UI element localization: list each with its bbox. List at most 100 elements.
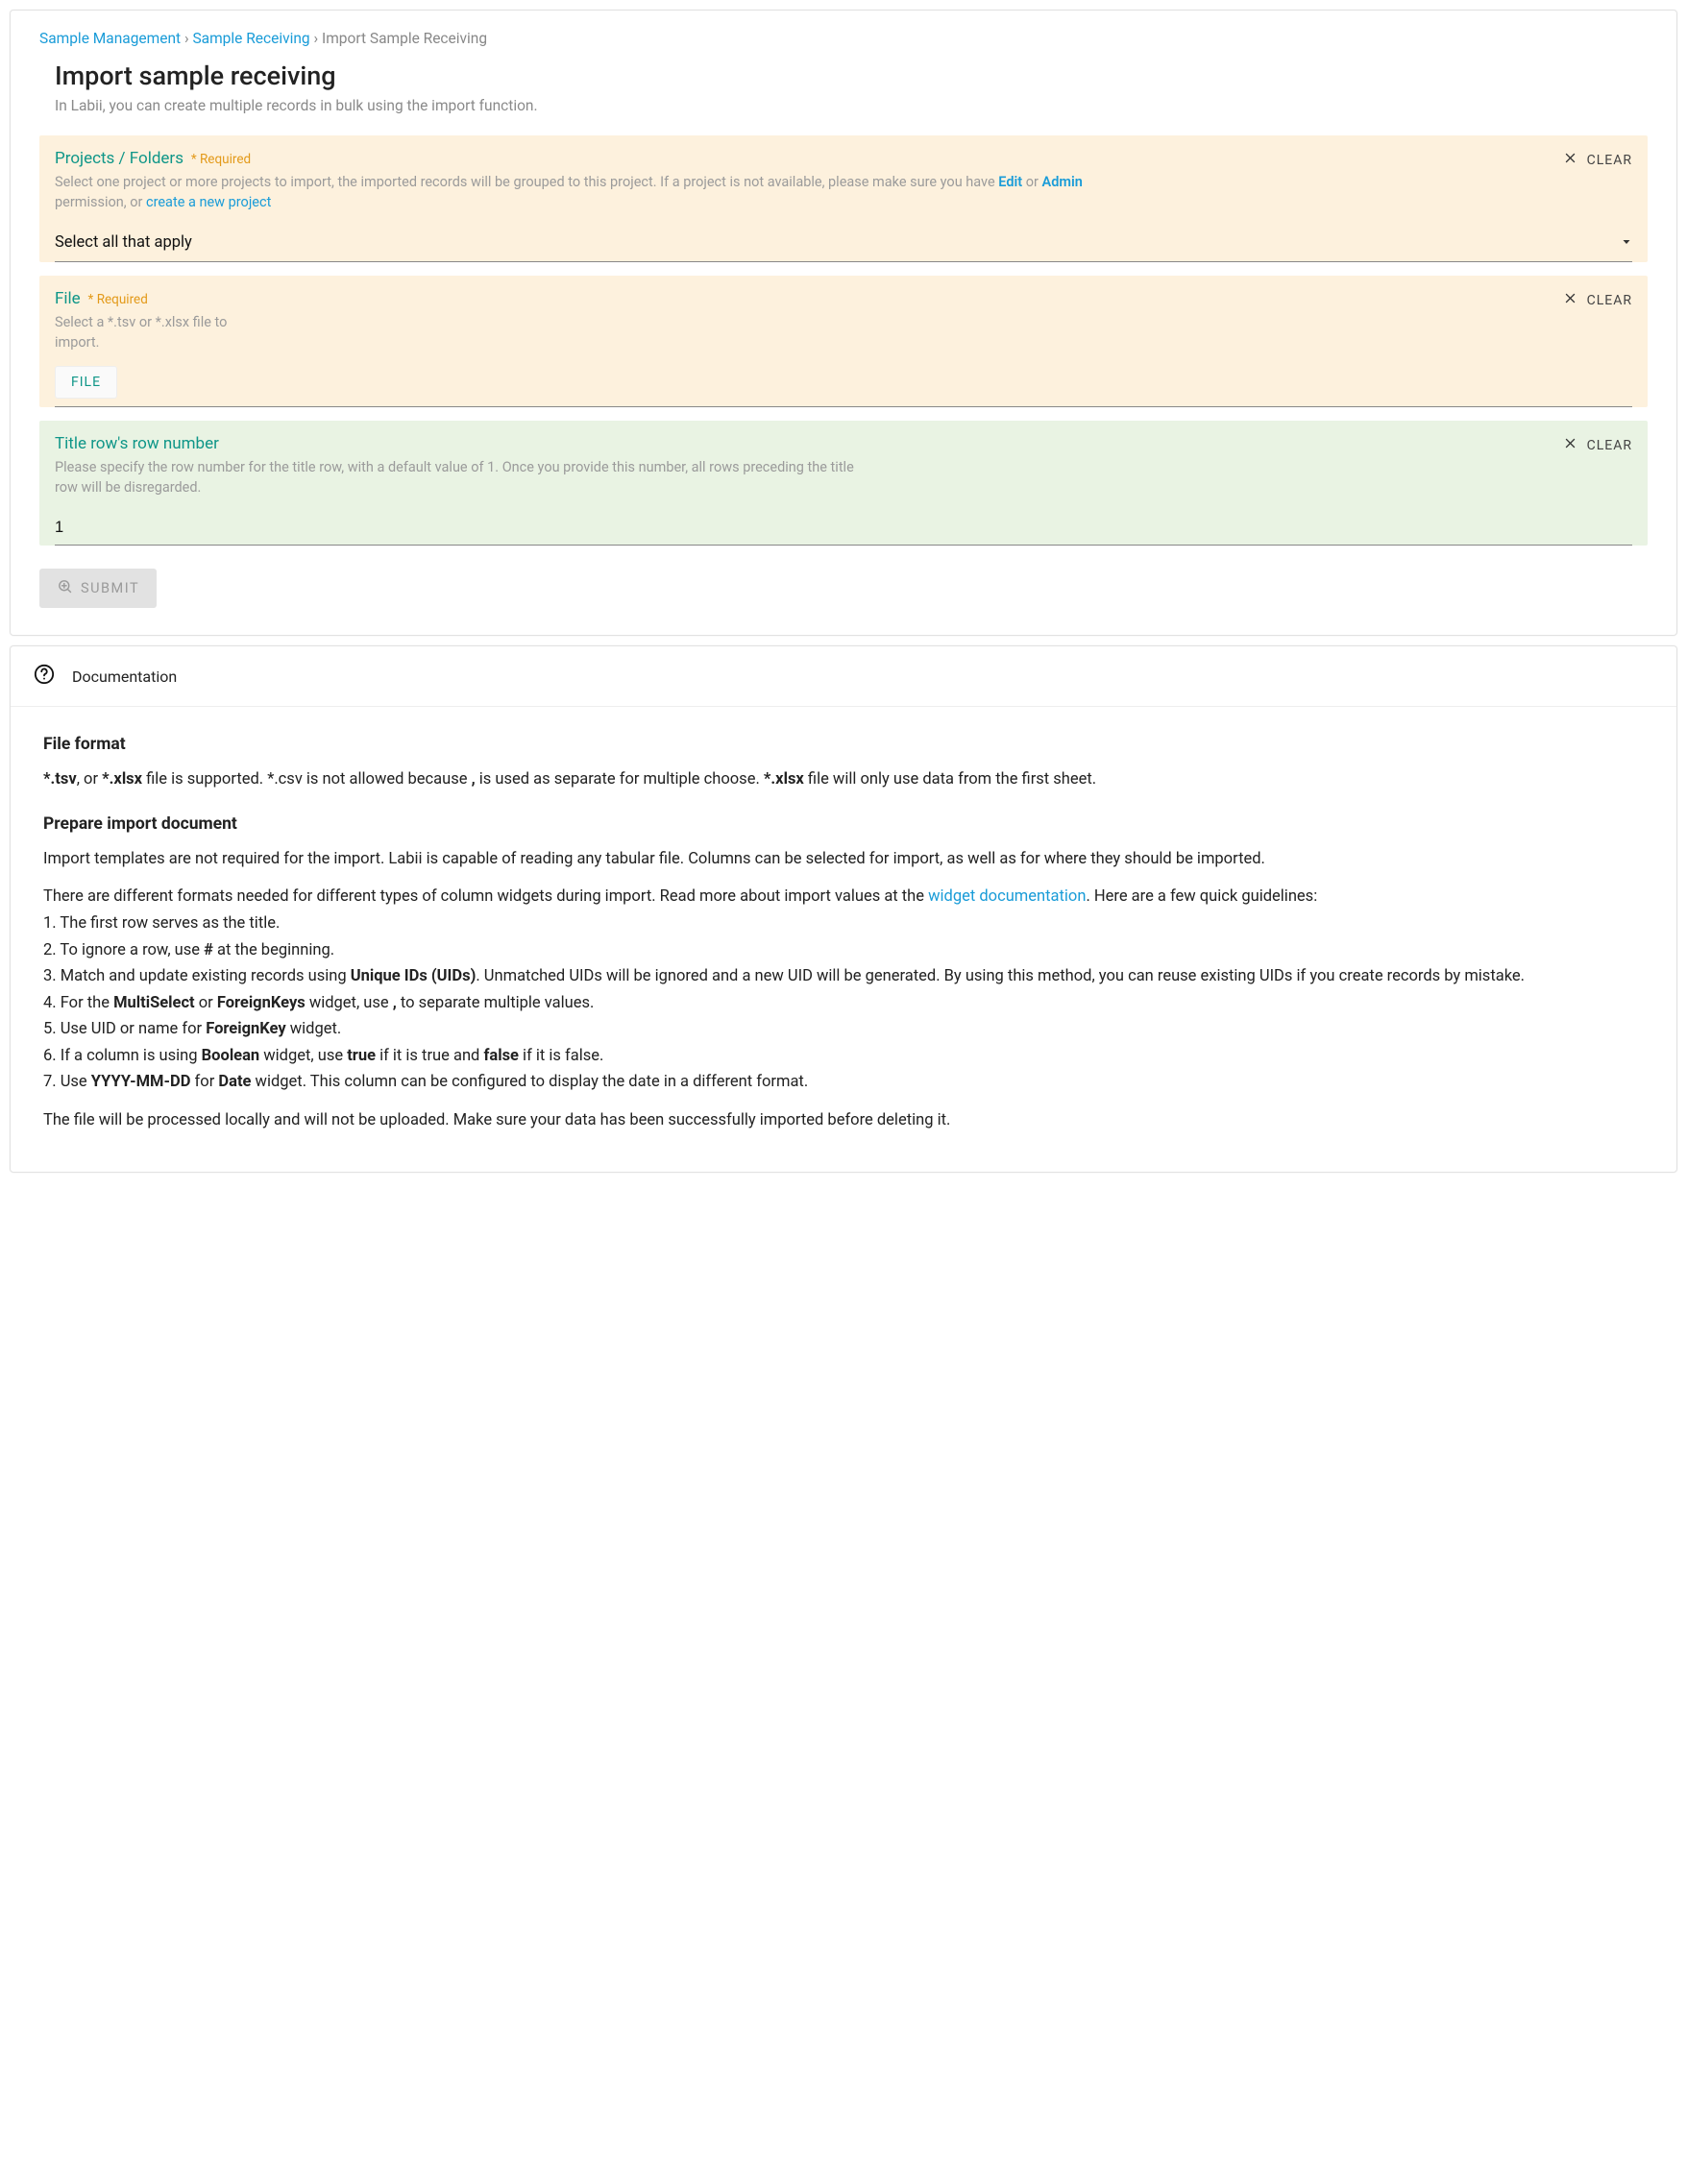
doc-guidelines-list: 1. The first row serves as the title. 2.… [43, 911, 1644, 1095]
documentation-card: Documentation File format *.tsv, or *.xl… [10, 645, 1677, 1172]
doc-list-item: 3. Match and update existing records usi… [43, 964, 1644, 989]
field-help-projects: Select one project or more projects to i… [55, 172, 1115, 212]
documentation-header: Documentation [11, 646, 1676, 707]
doc-text: file will only use data from the first s… [804, 770, 1096, 789]
close-icon [1563, 436, 1577, 454]
doc-heading-prepare: Prepare import document [43, 812, 1644, 837]
doc-text: There are different formats needed for d… [43, 887, 928, 906]
doc-text: to separate multiple values. [397, 994, 595, 1012]
doc-text: at the beginning. [213, 941, 334, 959]
help-text: permission [55, 194, 124, 210]
doc-bold: true [347, 1047, 376, 1065]
doc-bold: *.xlsx [764, 770, 804, 789]
doc-fileformat-paragraph: *.tsv, or *.xlsx file is supported. *.cs… [43, 767, 1644, 792]
doc-list-item: 7. Use YYYY-MM-DD for Date widget. This … [43, 1070, 1644, 1095]
doc-bold: *.tsv [43, 770, 77, 789]
breadcrumb: Sample Management › Sample Receiving › I… [39, 30, 1648, 47]
create-project-link[interactable]: create a new project [146, 194, 271, 210]
documentation-title: Documentation [72, 667, 177, 686]
file-button[interactable]: FILE [55, 366, 117, 399]
doc-bold: ForeignKey [206, 1020, 285, 1038]
doc-text: , or [77, 770, 102, 789]
submit-button[interactable]: SUBMIT [39, 569, 157, 608]
doc-prepare-p1: Import templates are not required for th… [43, 847, 1644, 872]
doc-footer-p: The file will be processed locally and w… [43, 1108, 1644, 1133]
clear-label: CLEAR [1587, 153, 1632, 168]
doc-list-item: 6. If a column is using Boolean widget, … [43, 1044, 1644, 1069]
doc-bold: Unique IDs (UIDs) [351, 967, 477, 985]
doc-text: if it is false. [519, 1047, 603, 1065]
doc-bold: Boolean [202, 1047, 260, 1065]
import-form-card: Sample Management › Sample Receiving › I… [10, 10, 1677, 636]
doc-text: 4. For the [43, 994, 113, 1012]
doc-list-item: 2. To ignore a row, use # at the beginni… [43, 938, 1644, 963]
doc-list-item: 4. For the MultiSelect or ForeignKeys wi… [43, 991, 1644, 1016]
doc-text: 5. Use UID or name for [43, 1020, 206, 1038]
doc-list-item: 5. Use UID or name for ForeignKey widget… [43, 1017, 1644, 1042]
doc-text: or [195, 994, 217, 1012]
help-text: , or [124, 194, 146, 210]
breadcrumb-link-2[interactable]: Sample Receiving [192, 30, 309, 47]
widget-documentation-link[interactable]: widget documentation [928, 887, 1086, 906]
page-description: In Labii, you can create multiple record… [55, 97, 1648, 114]
clear-button-projects[interactable]: CLEAR [1563, 149, 1632, 169]
doc-text: 6. If a column is using [43, 1047, 202, 1065]
field-help-titlerow: Please specify the row number for the ti… [55, 457, 862, 497]
help-icon [34, 664, 55, 689]
required-marker: * Required [191, 152, 251, 167]
doc-bold: ForeignKeys [217, 994, 306, 1012]
page-title: Import sample receiving [55, 61, 1648, 91]
chevron-down-icon [1621, 234, 1632, 252]
projects-select[interactable]: Select all that apply [55, 222, 1632, 262]
doc-bold: *.xlsx [102, 770, 142, 789]
doc-text: . Unmatched UIDs will be ignored and a n… [476, 967, 1525, 985]
breadcrumb-separator: › [314, 30, 323, 47]
clear-label: CLEAR [1587, 293, 1632, 308]
doc-text: . Here are a few quick guidelines: [1086, 887, 1317, 906]
doc-text: widget. This column can be configured to… [251, 1073, 808, 1091]
field-file: File * Required Select a *.tsv or *.xlsx… [39, 276, 1648, 407]
doc-bold: # [204, 941, 213, 959]
required-marker: * Required [88, 292, 148, 307]
doc-text: for [190, 1073, 218, 1091]
submit-icon [57, 578, 73, 598]
select-placeholder: Select all that apply [55, 233, 192, 252]
doc-text: file is supported. *.csv is not allowed … [142, 770, 472, 789]
doc-bold: Date [218, 1073, 251, 1091]
help-edit-word: Edit [998, 174, 1022, 190]
breadcrumb-link-1[interactable]: Sample Management [39, 30, 181, 47]
field-projects-folders: Projects / Folders * Required Select one… [39, 135, 1648, 262]
close-icon [1563, 291, 1577, 309]
doc-text: widget, use [259, 1047, 347, 1065]
title-row-input[interactable] [55, 509, 1632, 546]
doc-bold: YYYY-MM-DD [91, 1073, 191, 1091]
close-icon [1563, 151, 1577, 169]
field-title-row-number: Title row's row number Please specify th… [39, 421, 1648, 546]
field-help-file: Select a *.tsv or *.xlsx file to import. [55, 312, 242, 352]
help-text: Select one project or more projects to i… [55, 174, 998, 190]
doc-text: is used as separate for multiple choose. [476, 770, 764, 789]
doc-prepare-p2: There are different formats needed for d… [43, 885, 1644, 910]
input-underline [55, 406, 1632, 407]
doc-list-item: 1. The first row serves as the title. [43, 911, 1644, 936]
submit-label: SUBMIT [81, 580, 139, 596]
doc-bold: false [483, 1047, 519, 1065]
breadcrumb-current: Import Sample Receiving [322, 30, 487, 47]
field-label-projects: Projects / Folders [55, 149, 183, 168]
clear-button-titlerow[interactable]: CLEAR [1563, 434, 1632, 454]
help-text: or [1022, 174, 1041, 190]
doc-bold: MultiSelect [113, 994, 195, 1012]
doc-text: if it is true and [376, 1047, 483, 1065]
doc-heading-fileformat: File format [43, 732, 1644, 758]
clear-button-file[interactable]: CLEAR [1563, 289, 1632, 309]
doc-text: 2. To ignore a row, use [43, 941, 204, 959]
clear-label: CLEAR [1587, 438, 1632, 453]
doc-text: widget, use [306, 994, 393, 1012]
field-label-titlerow: Title row's row number [55, 434, 219, 453]
doc-text: 7. Use [43, 1073, 91, 1091]
doc-text: widget. [286, 1020, 342, 1038]
documentation-body: File format *.tsv, or *.xlsx file is sup… [11, 707, 1676, 1171]
help-admin-word: Admin [1042, 174, 1083, 190]
doc-text: 3. Match and update existing records usi… [43, 967, 351, 985]
field-label-file: File [55, 289, 81, 308]
